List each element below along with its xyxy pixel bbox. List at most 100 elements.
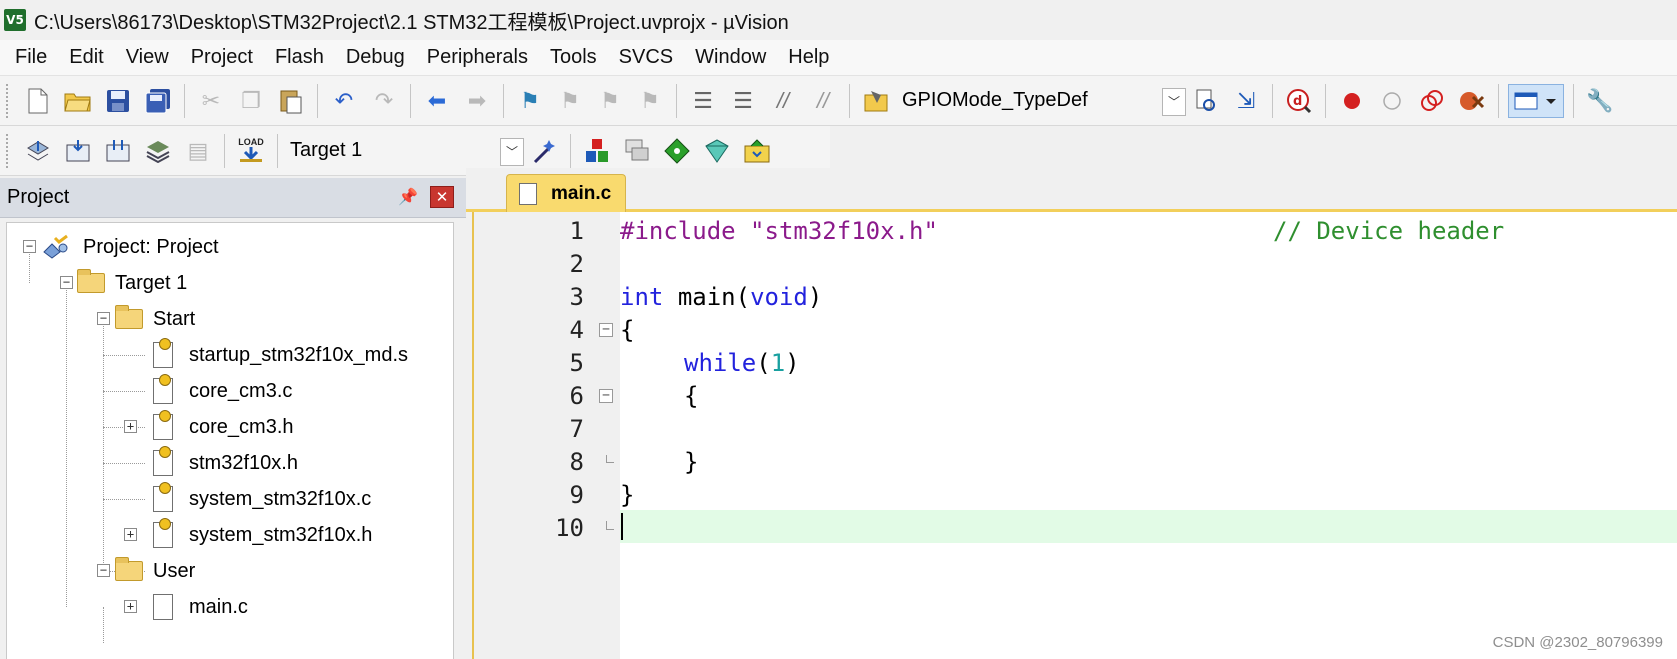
menu-debug[interactable]: Debug <box>335 46 416 69</box>
tree-file-item[interactable]: core_cm3.h <box>153 409 294 445</box>
editor-area: main.c 1 2 3 4 5 6 7 8 9 10 − − #include… <box>466 168 1677 659</box>
collapse-icon[interactable]: − <box>97 564 110 577</box>
menu-project[interactable]: Project <box>180 46 264 69</box>
menu-flash[interactable]: Flash <box>264 46 335 69</box>
find-icon[interactable] <box>1189 84 1223 118</box>
tree-connector <box>103 499 145 500</box>
toolbar-separator <box>1573 83 1574 118</box>
save-all-icon[interactable] <box>141 84 175 118</box>
window-layout-button[interactable] <box>1508 83 1564 118</box>
file-key-icon <box>153 518 173 548</box>
menu-svcs[interactable]: SVCS <box>608 46 684 69</box>
pin-icon[interactable]: 📌 <box>398 187 418 207</box>
menu-file[interactable]: File <box>4 46 58 69</box>
project-panel-header: Project 📌 ✕ <box>0 178 466 218</box>
menu-peripherals[interactable]: Peripherals <box>416 46 539 69</box>
breakpoint-kill-all-icon[interactable] <box>1455 84 1489 118</box>
toolbar-grip[interactable] <box>6 83 10 118</box>
tree-root-project[interactable]: Project: Project <box>41 229 219 265</box>
chevron-down-icon[interactable]: ﹀ <box>1162 87 1186 116</box>
paste-icon[interactable] <box>274 84 308 118</box>
pack-installer-icon[interactable] <box>740 134 774 168</box>
tree-group-label: User <box>153 559 196 582</box>
toolbar-grip[interactable] <box>6 133 10 168</box>
tree-item-target[interactable]: Target 1 <box>77 265 187 301</box>
expand-icon[interactable]: + <box>124 600 137 613</box>
tree-file-label: startup_stm32f10x_md.s <box>189 343 408 366</box>
tree-file-item[interactable]: system_stm32f10x.h <box>153 517 372 553</box>
incremental-find-icon[interactable]: ⇲ <box>1229 84 1263 118</box>
bookmark-next-icon[interactable]: ⚑ <box>593 84 627 118</box>
tree-file-item[interactable]: startup_stm32f10x_md.s <box>153 337 408 373</box>
fold-toggle-icon[interactable]: − <box>599 323 613 337</box>
target-options-icon[interactable] <box>527 134 561 168</box>
build-icon[interactable] <box>61 134 95 168</box>
undo-icon[interactable]: ↶ <box>327 84 361 118</box>
code-line-6: { <box>684 382 699 410</box>
code-editor[interactable]: 1 2 3 4 5 6 7 8 9 10 − − #include "stm32… <box>472 212 1677 659</box>
target-select[interactable]: Target 1 ﹀ <box>284 134 524 167</box>
comment-icon[interactable]: // <box>766 84 800 118</box>
code-comment: // Device header <box>1273 217 1505 245</box>
bookmark-clear-icon[interactable]: ⚑ <box>633 84 667 118</box>
select-software-packs-icon[interactable] <box>700 134 734 168</box>
menu-tools[interactable]: Tools <box>539 46 608 69</box>
code-line-9: } <box>620 481 635 509</box>
tree-file-label: system_stm32f10x.h <box>189 523 373 546</box>
close-icon[interactable]: ✕ <box>430 186 454 208</box>
open-folder-icon[interactable] <box>61 84 95 118</box>
new-file-icon[interactable] <box>21 84 55 118</box>
breakpoint-insert-icon[interactable] <box>1335 84 1369 118</box>
code-text-area[interactable]: #include "stm32f10x.h" // Device header … <box>620 212 1677 659</box>
indent-icon[interactable]: ☰ <box>686 84 720 118</box>
file-key-icon <box>153 338 173 368</box>
collapse-icon[interactable]: − <box>23 240 36 253</box>
tree-file-item[interactable]: stm32f10x.h <box>153 445 298 481</box>
bookmark-previous-icon[interactable]: ⚑ <box>553 84 587 118</box>
copy-icon[interactable]: ❐ <box>234 84 268 118</box>
redo-icon[interactable]: ↷ <box>367 84 401 118</box>
text-caret <box>621 513 623 540</box>
tree-file-item[interactable]: core_cm3.c <box>153 373 292 409</box>
download-icon[interactable]: LOAD <box>234 134 268 168</box>
configure-icon[interactable]: 🔧 <box>1583 84 1617 118</box>
unindent-icon[interactable]: ☰ <box>726 84 760 118</box>
tree-file-item[interactable]: main.c <box>153 589 248 625</box>
expand-icon[interactable]: + <box>124 420 137 433</box>
code-line-3: int main(void) <box>620 281 822 314</box>
stop-build-icon[interactable]: ▤ <box>181 134 215 168</box>
rebuild-icon[interactable] <box>101 134 135 168</box>
menu-help[interactable]: Help <box>777 46 840 69</box>
manage-project-items-icon[interactable] <box>580 134 614 168</box>
breakpoint-enable-icon[interactable] <box>1375 84 1409 118</box>
multi-project-icon[interactable] <box>620 134 654 168</box>
debug-session-icon[interactable]: d <box>1282 84 1316 118</box>
uncomment-icon[interactable]: // <box>806 84 840 118</box>
cut-icon[interactable]: ✂ <box>194 84 228 118</box>
tree-file-item[interactable]: system_stm32f10x.c <box>153 481 371 517</box>
find-combo[interactable]: GPIOMode_TypeDef ﹀ <box>896 84 1186 117</box>
batch-build-icon[interactable] <box>141 134 175 168</box>
tab-main-c[interactable]: main.c <box>506 174 626 212</box>
paren: ( <box>756 349 771 377</box>
tree-group-start[interactable]: Start <box>115 301 195 337</box>
folder-icon <box>115 305 143 329</box>
tree-group-user[interactable]: User <box>115 553 195 589</box>
collapse-icon[interactable]: − <box>60 276 73 289</box>
collapse-icon[interactable]: − <box>97 312 110 325</box>
expand-icon[interactable]: + <box>124 528 137 541</box>
save-icon[interactable] <box>101 84 135 118</box>
breakpoint-disable-all-icon[interactable] <box>1415 84 1449 118</box>
menu-window[interactable]: Window <box>684 46 777 69</box>
menu-view[interactable]: View <box>115 46 180 69</box>
translate-icon[interactable] <box>21 134 55 168</box>
find-in-files-icon[interactable] <box>859 84 893 118</box>
navigate-forward-icon[interactable]: ➡ <box>460 84 494 118</box>
fold-toggle-icon[interactable]: − <box>599 389 613 403</box>
folder-icon <box>115 557 143 581</box>
navigate-back-icon[interactable]: ⬅ <box>420 84 454 118</box>
menu-edit[interactable]: Edit <box>58 46 114 69</box>
manage-run-time-environment-icon[interactable] <box>660 134 694 168</box>
chevron-down-icon[interactable]: ﹀ <box>500 137 524 166</box>
bookmark-toggle-icon[interactable]: ⚑ <box>513 84 547 118</box>
